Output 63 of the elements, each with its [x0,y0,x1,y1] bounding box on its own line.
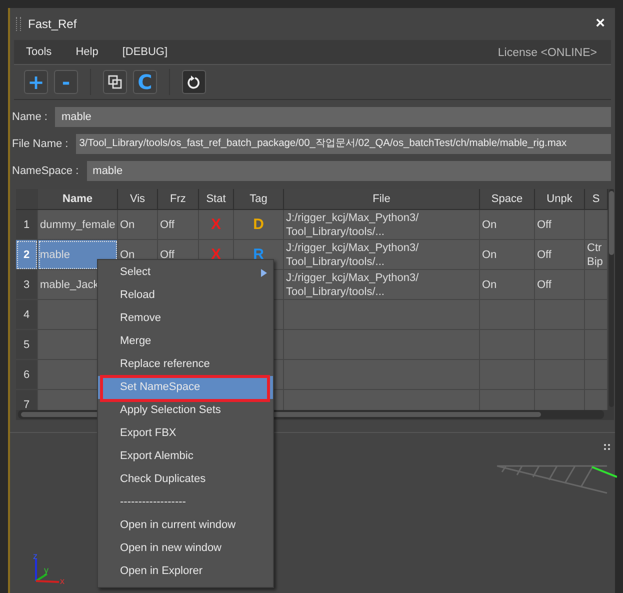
text-field[interactable]: mable [86,160,611,180]
table-cell: Off [535,240,585,270]
table-cell: Off [535,270,585,300]
table-cell: dummy_female [38,210,118,240]
row-number[interactable]: 7 [16,390,38,410]
field-label: Name : [12,110,48,122]
axis-label: z [33,551,38,561]
menu-item[interactable]: Export FBX [98,422,273,445]
menu-item[interactable]: Remove [98,307,273,330]
menu-item[interactable]: Open in new window [98,537,273,560]
menu-item[interactable]: ------------------ [98,491,273,514]
toolbar-button[interactable]: + [24,70,48,94]
license-status: License <ONLINE> [498,47,597,59]
row-number[interactable]: 6 [16,360,38,390]
row-number[interactable]: 5 [16,330,38,360]
status-mark: X [210,248,221,262]
menu-item[interactable]: [DEBUG] [122,46,168,58]
table-cell: On [480,240,535,270]
table-cell: On [480,210,535,240]
menu-item[interactable]: Open in current window [98,514,273,537]
text-field[interactable]: 3/Tool_Library/tools/os_fast_ref_batch_package/00_작업문서/02_QA/os_batchTest/ch/mable/mable_rig.max [76,134,611,154]
status-mark: X [210,218,221,232]
menu-item[interactable]: Check Duplicates [98,468,273,491]
table-cell: Off [158,210,199,240]
menu-item[interactable]: Tools [26,46,52,58]
column-header[interactable]: Space [480,189,535,210]
close-icon[interactable]: × [596,15,605,33]
column-header[interactable]: Frz [158,189,199,210]
toolbar-button[interactable]: - [54,70,78,94]
column-header[interactable]: Tag [234,189,284,210]
text-field[interactable]: mable [55,106,611,126]
table-cell: Off [535,210,585,240]
row-number[interactable]: 4 [16,300,38,330]
window-title: Fast_Ref [28,17,77,31]
status-mark: D [253,218,264,232]
menu-item[interactable]: Replace reference [98,353,273,376]
column-header[interactable]: Name [38,189,118,210]
row-number[interactable]: 3 [16,270,38,300]
table-cell: J:/rigger_kcj/Max_Python3/ Tool_Library/tools/... [284,210,480,240]
menu-item[interactable]: Help [76,46,98,58]
table-cell: J:/rigger_kcj/Max_Python3/ Tool_Library/tools/... [284,270,480,300]
column-header[interactable]: Unpk [535,189,585,210]
field-label: File Name : [12,138,68,150]
menu-item[interactable]: Open in Explorer [98,560,273,583]
axis-label: y [44,565,48,575]
column-header[interactable]: Vis [118,189,158,210]
table-cell: On [480,270,535,300]
status-mark: R [253,248,264,262]
row-number[interactable]: 2 [16,240,38,270]
row-number[interactable]: 1 [16,210,38,240]
menu-item[interactable]: Merge [98,330,273,353]
column-header[interactable]: File [284,189,480,210]
table-cell: Ctr Bip [585,240,608,270]
column-header[interactable]: S [585,189,608,210]
table-cell: On [118,210,158,240]
table-cell: mable [38,240,118,270]
menu-item[interactable]: Apply Selection Sets [98,399,273,422]
table-cell: J:/rigger_kcj/Max_Python3/ Tool_Library/tools/... [284,240,480,270]
axis-label: x [60,576,64,586]
menu-item[interactable]: Export Alembic [98,445,273,468]
column-header[interactable]: Stat [199,189,234,210]
toolbar-button[interactable]: C [133,70,157,94]
field-label: NameSpace : [12,164,79,176]
